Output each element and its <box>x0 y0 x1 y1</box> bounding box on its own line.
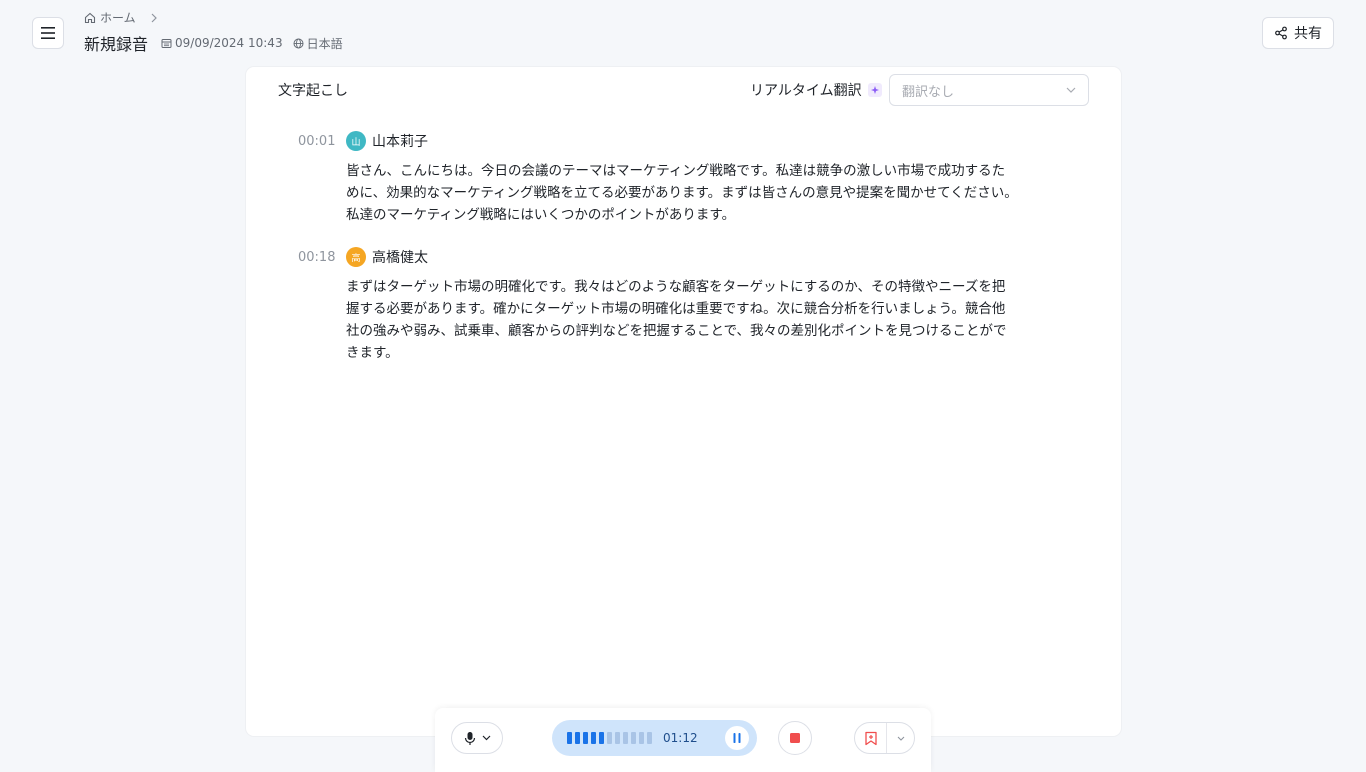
realtime-translation-text: リアルタイム翻訳 <box>750 83 862 99</box>
hamburger-icon <box>41 27 55 39</box>
chevron-right-icon <box>151 13 157 22</box>
share-icon <box>1275 26 1287 40</box>
breadcrumb: ホーム <box>84 9 158 26</box>
audio-level-bar <box>607 732 612 744</box>
audio-level-bar <box>599 732 604 744</box>
segment-header: 00:01 山 山本莉子 <box>298 130 1018 152</box>
elapsed-time: 01:12 <box>663 731 698 745</box>
translation-select[interactable]: 翻訳なし <box>889 74 1089 106</box>
audio-level-bar <box>591 732 596 744</box>
audio-level-bar <box>575 732 580 744</box>
segment-text[interactable]: 皆さん、こんにちは。今日の会議のテーマはマーケティング戦略です。私達は競争の激し… <box>346 160 1018 226</box>
audio-level-meter <box>567 732 652 744</box>
recording-language: 日本語 <box>293 35 343 52</box>
stop-icon <box>790 733 800 743</box>
language-text: 日本語 <box>306 36 343 51</box>
speaker-avatar: 山 <box>346 131 366 151</box>
menu-button[interactable] <box>32 17 64 49</box>
speaker-avatar: 高 <box>346 247 366 267</box>
segment-text[interactable]: まずはターゲット市場の明確化です。我々はどのような顧客をターゲットにするのか、そ… <box>346 276 1018 364</box>
speaker-name[interactable]: 高橋健太 <box>372 247 428 267</box>
segment-timestamp[interactable]: 00:01 <box>298 134 346 149</box>
audio-level-bar <box>583 732 588 744</box>
transcript-panel: 文字起こし リアルタイム翻訳 翻訳なし 00:01 山 山本莉子 皆さん、こんに… <box>246 67 1121 736</box>
segment-timestamp[interactable]: 00:18 <box>298 250 346 265</box>
pause-button[interactable] <box>725 726 749 750</box>
datetime-text: 09/09/2024 10:43 <box>175 36 283 50</box>
add-bookmark-button[interactable] <box>855 723 887 753</box>
microphone-select-button[interactable] <box>451 722 503 754</box>
share-label: 共有 <box>1294 26 1322 42</box>
audio-level-bar <box>631 732 636 744</box>
bookmark-options-button[interactable] <box>887 723 914 753</box>
recording-control-bar: 01:12 <box>435 708 931 772</box>
audio-level-bar <box>639 732 644 744</box>
chevron-down-icon <box>897 736 904 741</box>
title-row: 新規録音 09/09/2024 10:43 日本語 <box>84 31 343 55</box>
chevron-down-icon <box>1066 87 1076 93</box>
recording-datetime: 09/09/2024 10:43 <box>161 36 283 50</box>
realtime-translation-label: リアルタイム翻訳 <box>750 80 882 100</box>
bookmark-group <box>854 722 915 754</box>
translation-select-value: 翻訳なし <box>902 84 955 100</box>
home-icon <box>84 12 96 23</box>
transcript-segment: 00:18 高 高橋健太 まずはターゲット市場の明確化です。我々はどのような顧客… <box>298 246 1018 364</box>
audio-level-bar <box>623 732 628 744</box>
transcript-segment: 00:01 山 山本莉子 皆さん、こんにちは。今日の会議のテーマはマーケティング… <box>298 130 1018 226</box>
globe-icon <box>293 38 304 48</box>
audio-level-bar <box>647 732 652 744</box>
ai-sparkle-icon <box>867 83 882 97</box>
pause-icon <box>733 733 741 743</box>
bookmark-add-icon <box>864 731 877 745</box>
breadcrumb-home-link[interactable]: ホーム <box>100 9 136 26</box>
calendar-icon <box>161 38 172 48</box>
segment-header: 00:18 高 高橋健太 <box>298 246 1018 268</box>
share-button[interactable]: 共有 <box>1262 17 1334 49</box>
page-title[interactable]: 新規録音 <box>84 31 148 55</box>
panel-title: 文字起こし <box>278 83 348 99</box>
microphone-icon <box>464 731 475 745</box>
audio-level-bar <box>567 732 572 744</box>
speaker-name[interactable]: 山本莉子 <box>372 131 428 151</box>
recording-status-pill: 01:12 <box>552 720 757 756</box>
chevron-down-icon <box>482 735 490 741</box>
stop-button[interactable] <box>778 721 812 755</box>
audio-level-bar <box>615 732 620 744</box>
